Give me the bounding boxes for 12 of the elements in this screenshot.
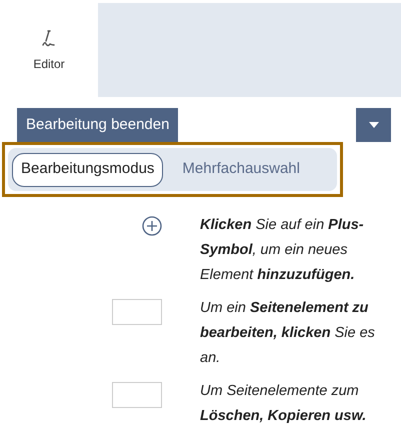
plus-icon[interactable] (142, 216, 162, 236)
element-placeholder (112, 299, 162, 325)
instruction-text: Um Seitenelemente zum Löschen, Kopieren usw. (200, 382, 368, 426)
mode-tab[interactable]: Bearbeitungsmodus (12, 152, 164, 186)
end-editing-button[interactable]: Bearbeitung beenden (17, 108, 178, 142)
instruction-text: Um ein Seitenelement zu bearbeiten, klicken Sie es an. (200, 299, 376, 368)
editor-label[interactable]: Editor (33, 55, 65, 73)
instruction-text: Klicken Sie auf ein Plus-Symbol, um ein neues Element hinzuzufügen. (200, 216, 365, 285)
mode-tab[interactable]: Mehrfachauswahl (178, 152, 304, 186)
element-placeholder (112, 382, 162, 408)
caret-icon (368, 122, 378, 128)
dropdown-button[interactable] (356, 108, 391, 142)
